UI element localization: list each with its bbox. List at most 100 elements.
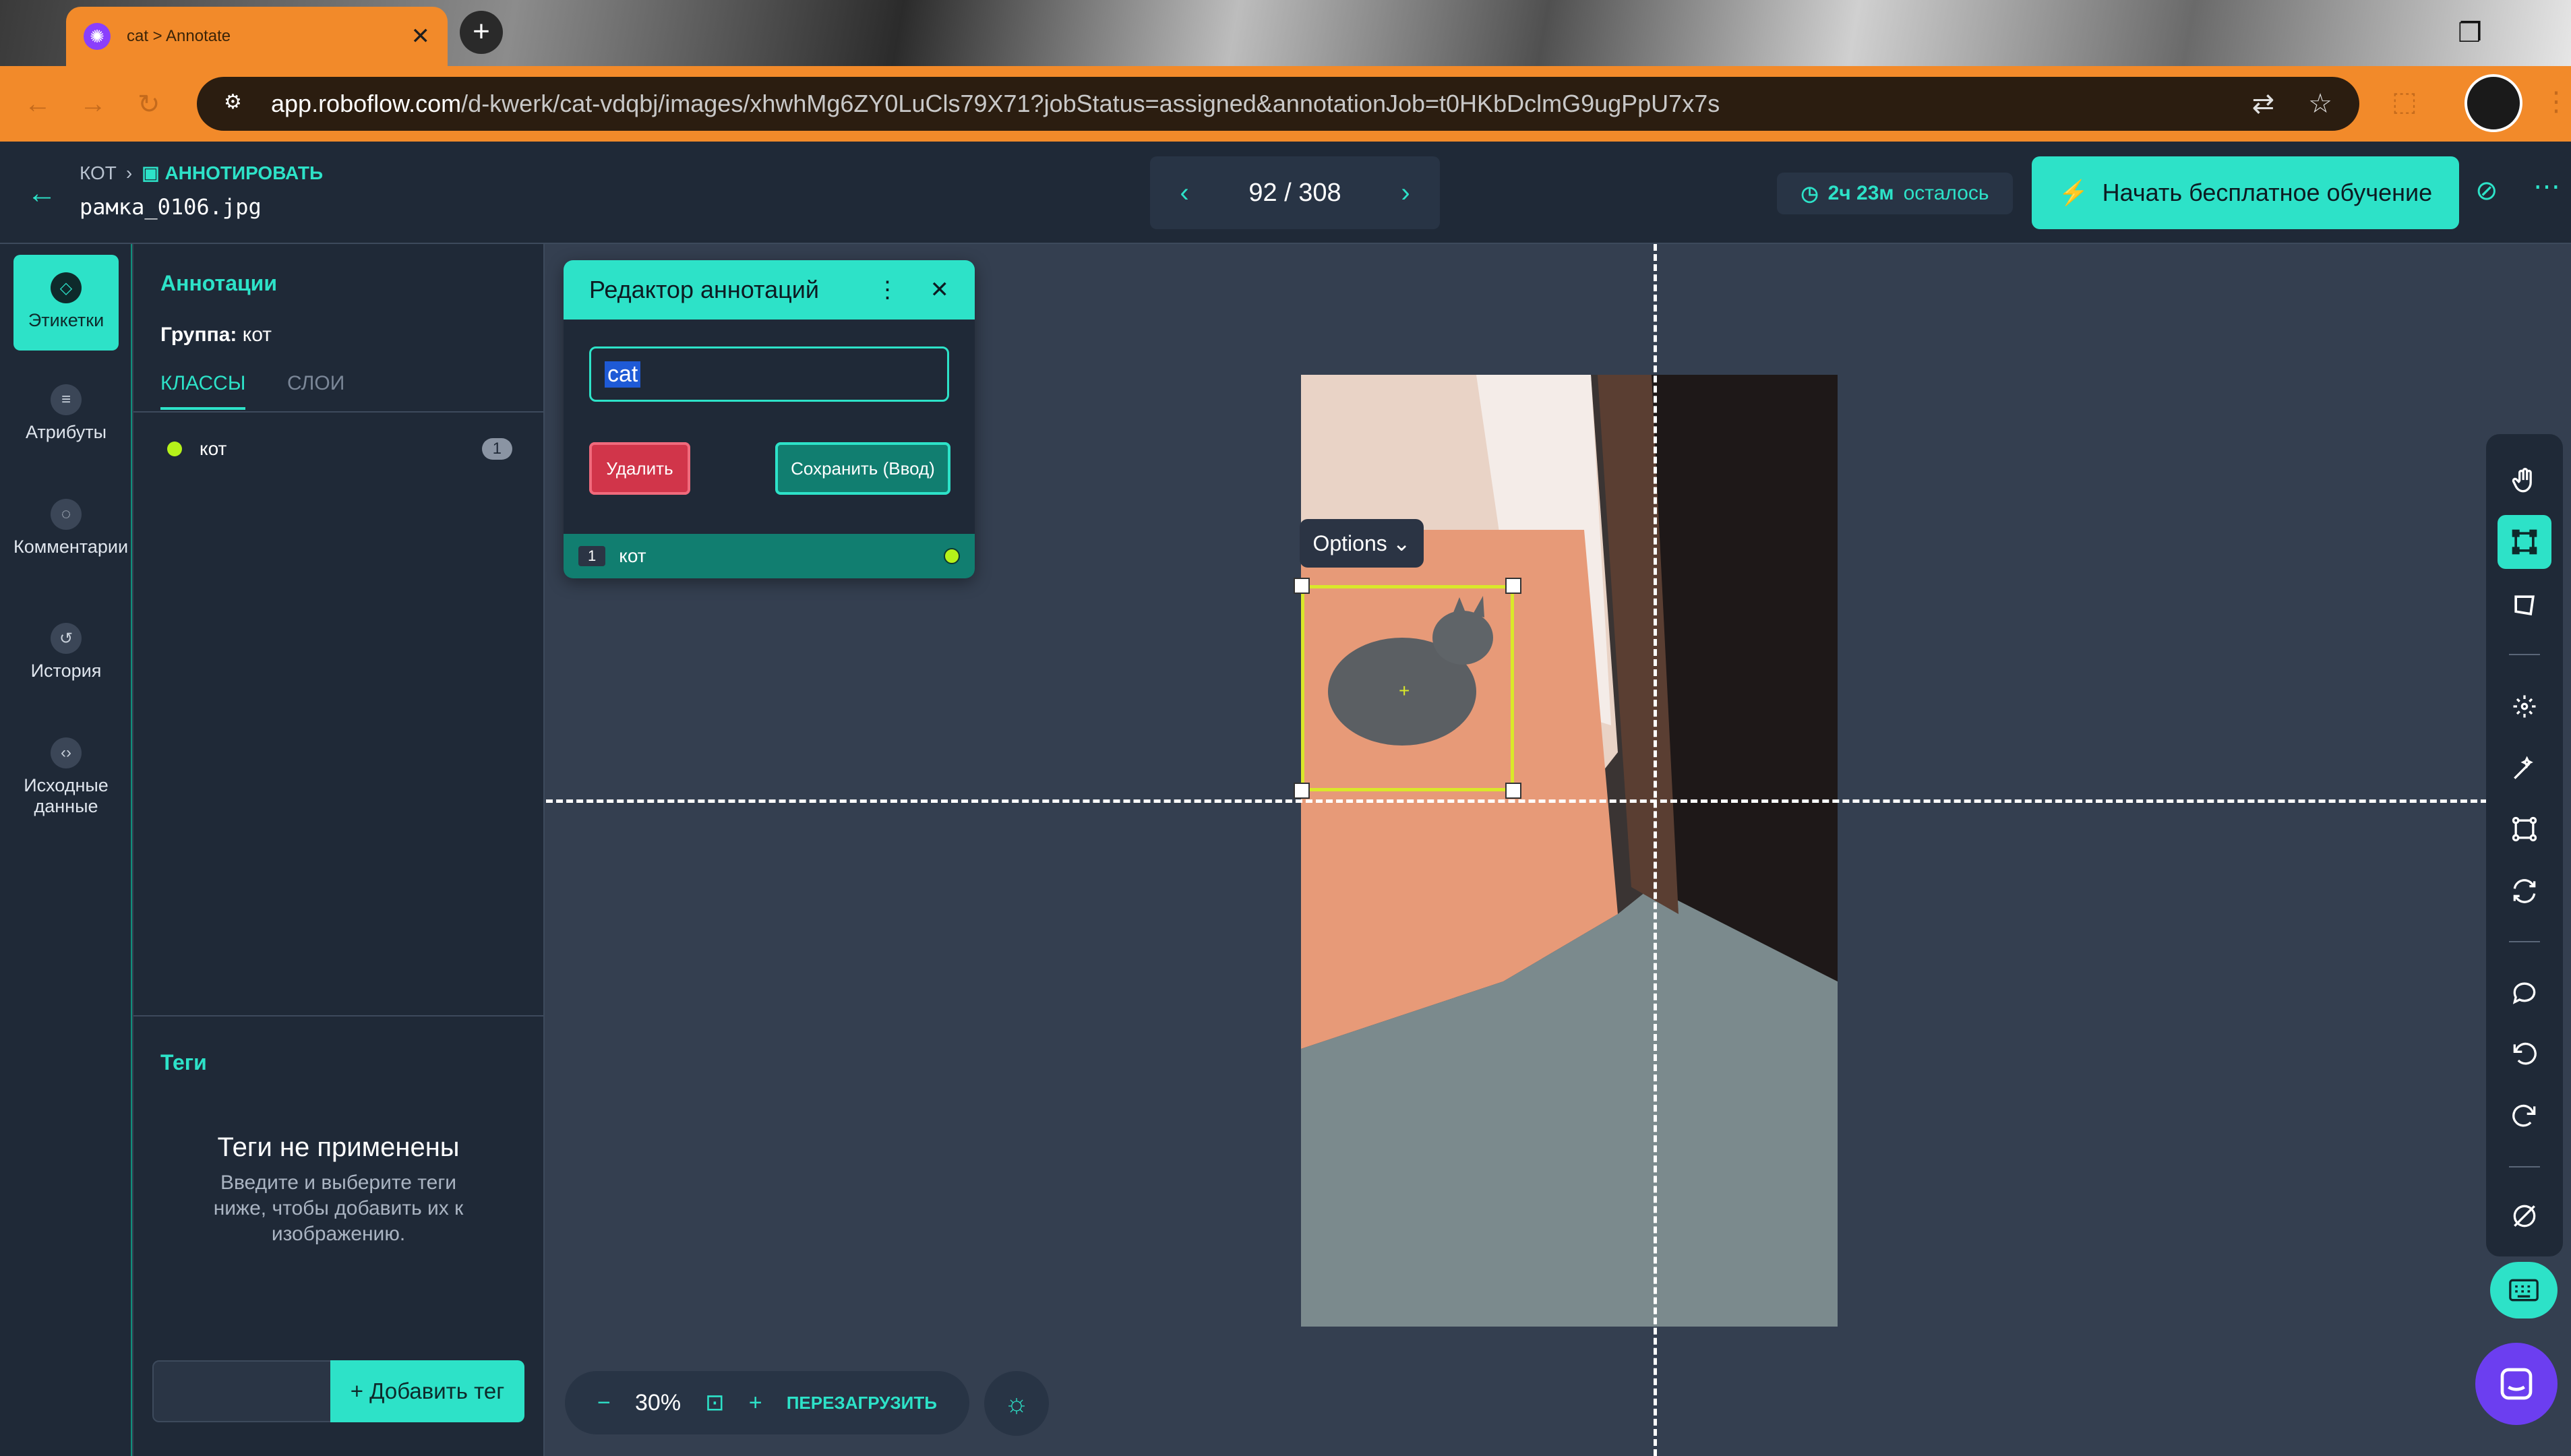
toolbar-divider <box>2509 1166 2540 1167</box>
bounding-box[interactable]: + <box>1294 578 1521 799</box>
annotation-editor-title: Редактор аннотаций <box>589 276 819 303</box>
back-nav-icon[interactable]: ← <box>24 89 51 119</box>
repeat-annotation-icon[interactable] <box>2498 864 2551 918</box>
rail-item-history[interactable]: ↺ История <box>13 623 119 681</box>
clock-icon: ◷ <box>1801 182 1819 205</box>
smart-select-icon[interactable] <box>2498 679 2551 733</box>
image-pager: ‹ 92 / 308 › <box>1150 156 1440 229</box>
divider <box>133 1015 545 1017</box>
tags-title: Теги <box>160 1050 207 1074</box>
browser-tab-title: cat > Annotate <box>127 27 231 45</box>
toolbar-divider <box>2509 941 2540 942</box>
no-tags-heading: Теги не применены <box>217 1132 460 1162</box>
toolbar-divider <box>2509 654 2540 655</box>
undo-icon[interactable] <box>2498 1027 2551 1081</box>
group-label: Группа: кот <box>160 324 272 346</box>
new-tab-button[interactable]: + <box>460 11 503 54</box>
breadcrumb-separator-icon: › <box>125 162 133 183</box>
keypoint-tool-icon[interactable] <box>2498 802 2551 856</box>
time-remaining-badge: ◷ 2ч 23м осталось <box>1777 173 2013 214</box>
breadcrumb-annotate: ▣ АННОТИРОВАТЬ <box>142 162 324 183</box>
tag-icon: ◇ <box>51 272 82 303</box>
next-image-icon[interactable]: › <box>1401 178 1410 208</box>
rail-item-labels[interactable]: ◇ Этикетки <box>13 255 119 351</box>
breadcrumb-project[interactable]: КОТ <box>80 162 117 184</box>
reset-zoom-button[interactable]: ПЕРЕЗАГРУЗИТЬ <box>787 1393 937 1414</box>
reload-nav-icon[interactable]: ↻ <box>138 89 160 120</box>
rail-item-labels-label: Этикетки <box>28 310 104 330</box>
options-button[interactable]: Options ⌄ <box>1300 519 1424 568</box>
lock-zoom-icon[interactable]: ⊡ <box>705 1389 725 1416</box>
keyboard-shortcuts-icon[interactable] <box>2490 1262 2558 1318</box>
class-count-badge: 1 <box>481 438 512 460</box>
bounding-box-tool-icon[interactable] <box>2498 515 2551 569</box>
rail-item-comments[interactable]: ◌ Комментарии <box>13 499 128 557</box>
start-free-training-label: Начать бесплатное обучение <box>2102 179 2433 206</box>
image-being-annotated <box>1301 375 1838 1327</box>
rail-item-attributes-label: Атрибуты <box>25 422 107 442</box>
editor-class-name: кот <box>619 545 646 566</box>
profile-avatar[interactable] <box>2464 74 2522 132</box>
time-remaining-value: 2ч 23м <box>1827 182 1894 204</box>
rail-item-raw-data-label: Исходные данные <box>24 775 109 816</box>
tab-layers[interactable]: СЛОИ <box>287 372 344 395</box>
bookmark-star-icon[interactable]: ☆ <box>2308 88 2332 119</box>
resize-handle-bottom-right[interactable] <box>1505 783 1521 799</box>
class-list-item[interactable]: кот 1 <box>167 435 512 462</box>
crosshair-vertical-guide <box>1654 244 1657 1456</box>
time-remaining-suffix: осталось <box>1903 182 1989 204</box>
extensions-icon[interactable]: ⬚ <box>2392 86 2417 117</box>
tab-classes[interactable]: КЛАССЫ <box>160 372 246 410</box>
roboflow-favicon-icon: ✺ <box>84 23 111 50</box>
no-tags-description: Введите и выберите теги ниже, чтобы доба… <box>213 1172 464 1245</box>
options-label: Options <box>1312 530 1387 555</box>
code-icon: ‹› <box>51 737 82 768</box>
redo-icon[interactable] <box>2498 1089 2551 1143</box>
address-bar[interactable]: ⚙ app.roboflow.com /d-kwerk/cat-vdqbj/im… <box>197 77 2359 131</box>
support-chat-icon[interactable] <box>2475 1343 2558 1425</box>
previous-image-icon[interactable]: ‹ <box>1180 178 1188 208</box>
polygon-tool-icon[interactable] <box>2498 578 2551 632</box>
magic-wand-icon[interactable] <box>2498 741 2551 795</box>
history-icon: ↺ <box>51 623 82 654</box>
rail-item-raw-data[interactable]: ‹› Исходные данные <box>13 737 119 817</box>
forward-nav-icon[interactable]: → <box>80 89 107 119</box>
left-rail: ◇ Этикетки ≡ Атрибуты ◌ Комментарии ↺ Ис… <box>0 244 132 1456</box>
resize-handle-top-left[interactable] <box>1294 578 1310 594</box>
rail-item-attributes[interactable]: ≡ Атрибуты <box>13 384 119 443</box>
resize-handle-bottom-left[interactable] <box>1294 783 1310 799</box>
browser-menu-icon[interactable]: ⋮ <box>2543 86 2570 117</box>
delete-annotation-button[interactable]: Удалить <box>589 442 690 495</box>
comment-tool-icon[interactable] <box>2498 965 2551 1019</box>
pan-hand-icon[interactable] <box>2498 454 2551 508</box>
brightness-icon[interactable]: ☼ <box>984 1371 1049 1436</box>
browser-tab[interactable]: ✺ cat > Annotate ✕ <box>66 7 448 66</box>
site-settings-icon[interactable]: ⚙ <box>224 90 251 117</box>
url-path: /d-kwerk/cat-vdqbj/images/xhwhMg6ZY0LuCl… <box>461 90 1720 117</box>
rail-item-history-label: История <box>30 661 102 681</box>
save-annotation-button[interactable]: Сохранить (Ввод) <box>775 442 950 495</box>
zoom-in-icon[interactable]: + <box>749 1390 762 1416</box>
resize-handle-top-right[interactable] <box>1505 578 1521 594</box>
close-tab-icon[interactable]: ✕ <box>411 23 431 50</box>
null-annotation-icon[interactable] <box>2498 1189 2551 1243</box>
editor-close-icon[interactable]: ✕ <box>930 276 950 303</box>
editor-class-row[interactable]: 1 кот <box>564 534 975 578</box>
back-arrow-icon[interactable]: ← <box>27 177 57 210</box>
tag-input[interactable] <box>152 1360 332 1422</box>
url-host: app.roboflow.com <box>271 90 462 117</box>
hide-annotations-icon[interactable]: ⊘ <box>2475 175 2498 206</box>
more-options-icon[interactable]: ⋯ <box>2533 171 2560 202</box>
rail-item-comments-label: Комментарии <box>13 537 129 557</box>
add-tag-button[interactable]: + Добавить тег <box>330 1360 524 1422</box>
lightning-icon: ⚡ <box>2058 179 2089 206</box>
translate-icon[interactable]: ⇄ <box>2252 88 2275 119</box>
class-number-badge: 1 <box>578 546 606 566</box>
restore-window-icon[interactable]: ❐ <box>2458 18 2482 49</box>
zoom-level: 30% <box>635 1389 682 1416</box>
zoom-out-icon[interactable]: − <box>597 1390 611 1416</box>
start-free-training-button[interactable]: ⚡ Начать бесплатное обучение <box>2032 156 2459 229</box>
class-name-input[interactable]: cat <box>589 346 949 402</box>
annotation-toolbar <box>2486 434 2563 1256</box>
editor-more-icon[interactable]: ⋮ <box>876 276 899 303</box>
